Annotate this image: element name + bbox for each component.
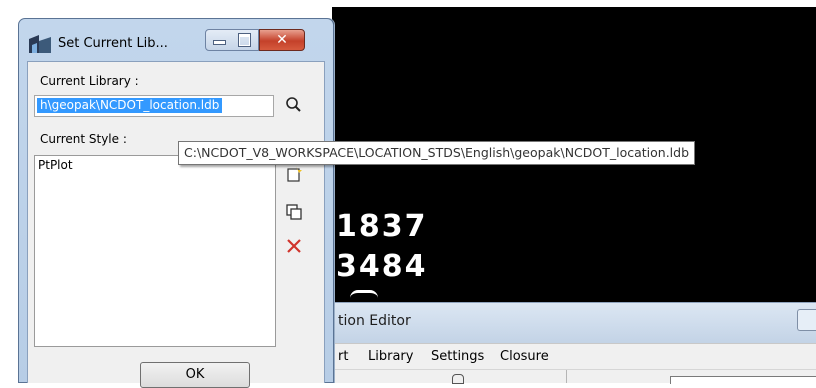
background-window-title: tion Editor <box>338 313 411 329</box>
current-library-field[interactable]: h\geopak\NCDOT_location.ldb <box>34 95 274 117</box>
ok-button[interactable]: OK <box>140 362 250 388</box>
minimize-icon <box>213 40 226 45</box>
toolbar-field[interactable] <box>670 376 816 384</box>
cad-number: 3484 <box>336 249 428 284</box>
menu-item-settings[interactable]: Settings <box>431 349 484 364</box>
menu-item-library[interactable]: Library <box>368 349 413 364</box>
menu-item-closure[interactable]: Closure <box>500 349 549 364</box>
background-window-titlebar[interactable]: tion Editor <box>332 303 816 343</box>
maximize-icon <box>238 33 251 47</box>
close-button[interactable]: ✕ <box>259 29 305 51</box>
toolbar-separator <box>566 370 567 383</box>
maximize-button[interactable] <box>232 29 259 51</box>
toolbar-icon[interactable] <box>452 374 464 384</box>
app-icon <box>29 35 51 53</box>
delete-icon[interactable] <box>284 236 304 256</box>
dialog-client-area: Current Library : h\geopak\NCDOT_locatio… <box>27 61 325 388</box>
background-window-control[interactable] <box>797 309 816 331</box>
search-icon[interactable] <box>282 93 306 117</box>
background-menubar: rt Library Settings Closure <box>332 343 816 370</box>
current-style-label: Current Style : <box>40 132 127 146</box>
list-item[interactable]: PtPlot <box>38 158 73 172</box>
current-library-label: Current Library : <box>40 74 139 88</box>
dialog-title: Set Current Lib... <box>58 36 168 51</box>
current-library-value: h\geopak\NCDOT_location.ldb <box>37 98 223 113</box>
menu-item-partial[interactable]: rt <box>338 349 348 364</box>
style-list[interactable]: PtPlot <box>34 155 276 347</box>
dialog-titlebar[interactable]: Set Current Lib... ✕ <box>19 19 333 61</box>
background-editor-window: tion Editor rt Library Settings Closure <box>332 302 816 384</box>
cad-number: 1837 <box>336 209 428 244</box>
set-current-library-dialog: Set Current Lib... ✕ Current Library : h… <box>18 18 334 388</box>
close-icon: ✕ <box>276 32 288 48</box>
library-path-tooltip: C:\NCDOT_V8_WORKSPACE\LOCATION_STDS\Engl… <box>178 141 696 165</box>
minimize-button[interactable] <box>205 29 233 51</box>
copy-icon[interactable] <box>284 202 304 222</box>
new-icon[interactable] <box>284 164 304 184</box>
